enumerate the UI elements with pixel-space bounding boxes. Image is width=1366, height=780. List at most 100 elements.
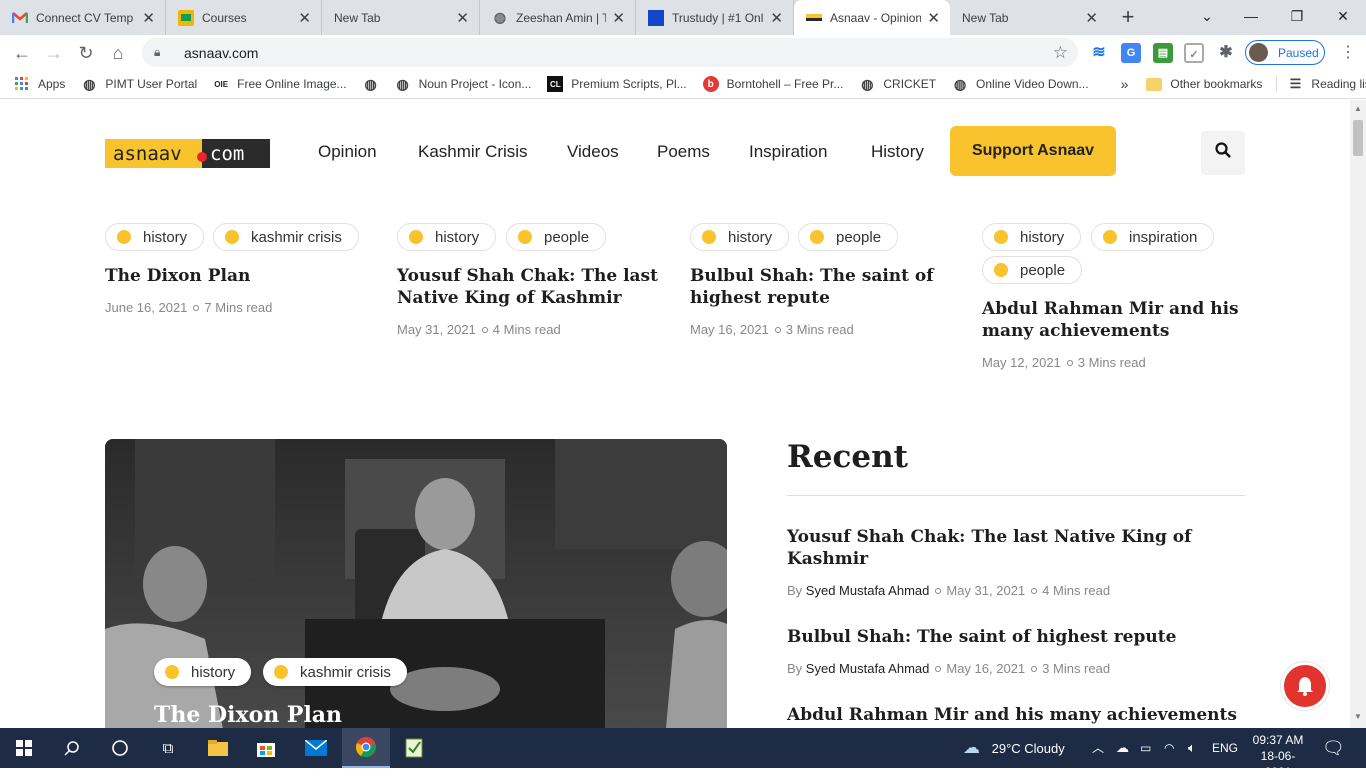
- tag-pill[interactable]: kashmir crisis: [263, 658, 407, 686]
- back-icon[interactable]: ←: [8, 39, 36, 67]
- new-tab-button[interactable]: +: [1108, 0, 1148, 35]
- tab-title: Connect CV Temp: [36, 10, 134, 25]
- mail-icon[interactable]: [292, 728, 340, 768]
- language-indicator[interactable]: ENG: [1212, 728, 1238, 768]
- browser-tab[interactable]: New Tab ✕: [322, 0, 480, 35]
- tag-pill[interactable]: inspiration: [1091, 223, 1215, 251]
- bell-icon: [1297, 677, 1313, 696]
- tag-pill[interactable]: history: [982, 223, 1082, 251]
- close-icon[interactable]: ✕: [1085, 9, 1098, 27]
- bookmark-item[interactable]: ◍ Noun Project - Icon...: [395, 76, 531, 92]
- notepad-app-icon[interactable]: [390, 728, 438, 768]
- close-icon[interactable]: ✕: [927, 9, 940, 27]
- scroll-up-icon[interactable]: ▲: [1354, 104, 1362, 113]
- tab-search-icon[interactable]: ⌄: [1184, 0, 1230, 32]
- hero-title[interactable]: The Dixon Plan: [154, 702, 342, 728]
- bookmark-item[interactable]: b Borntohell – Free Pr...: [702, 76, 843, 92]
- volume-icon[interactable]: 🔈︎: [1188, 728, 1196, 768]
- printer-extension-icon[interactable]: ▤: [1153, 43, 1173, 63]
- recent-item-title[interactable]: Bulbul Shah: The saint of highest repute: [787, 626, 1227, 648]
- tag-pill[interactable]: people: [982, 256, 1083, 284]
- bookmark-apps[interactable]: Apps: [14, 76, 65, 92]
- windows-start-icon[interactable]: [0, 728, 48, 768]
- close-icon[interactable]: ✕: [142, 9, 155, 27]
- tag-pill[interactable]: kashmir crisis: [213, 223, 359, 251]
- window-close-icon[interactable]: ✕: [1320, 0, 1366, 32]
- nav-videos[interactable]: Videos: [567, 142, 619, 162]
- cortana-icon[interactable]: [96, 728, 144, 768]
- article-title[interactable]: Bulbul Shah: The saint of highest repute: [690, 265, 952, 309]
- nav-opinion[interactable]: Opinion: [318, 142, 377, 162]
- shield-extension-icon[interactable]: ✓: [1184, 43, 1204, 63]
- notifications-icon[interactable]: 🗨︎: [1322, 728, 1345, 768]
- article-title[interactable]: Abdul Rahman Mir and his many achievemen…: [982, 298, 1244, 342]
- tag-pill[interactable]: history: [105, 223, 205, 251]
- battery-icon[interactable]: ▭: [1140, 728, 1151, 768]
- article-title[interactable]: Yousuf Shah Chak: The last Native King o…: [397, 265, 659, 309]
- bookmark-item[interactable]: ◍ Online Video Down...: [952, 76, 1089, 92]
- store-icon[interactable]: [242, 728, 290, 768]
- bookmark-label: PIMT User Portal: [105, 77, 198, 91]
- recent-item-title[interactable]: Abdul Rahman Mir and his many achievemen…: [787, 704, 1247, 726]
- bookmark-item[interactable]: ◍: [363, 76, 387, 92]
- minimize-icon[interactable]: —: [1228, 0, 1274, 32]
- support-button[interactable]: Support Asnaav: [950, 126, 1116, 176]
- wifi-icon[interactable]: ◠: [1164, 728, 1174, 768]
- tag-pill[interactable]: history: [690, 223, 790, 251]
- author-link[interactable]: Syed Mustafa Ahmad: [806, 583, 930, 598]
- other-bookmarks[interactable]: Other bookmarks: [1146, 77, 1262, 91]
- tag-pill[interactable]: people: [506, 223, 607, 251]
- nav-kashmir-crisis[interactable]: Kashmir Crisis: [418, 142, 528, 162]
- close-icon[interactable]: ✕: [612, 9, 625, 27]
- task-view-icon[interactable]: ⧉: [144, 728, 192, 768]
- extension-stack-icon[interactable]: ≋: [1089, 43, 1109, 63]
- browser-tab[interactable]: ◍ Zeeshan Amin | T ✕: [480, 0, 636, 35]
- browser-tab[interactable]: Connect CV Temp ✕: [0, 0, 166, 35]
- home-icon[interactable]: ⌂: [104, 39, 132, 67]
- scroll-thumb[interactable]: [1353, 120, 1363, 156]
- nav-history[interactable]: History: [871, 142, 924, 162]
- search-button[interactable]: [1201, 131, 1245, 175]
- recent-item-title[interactable]: Yousuf Shah Chak: The last Native King o…: [787, 526, 1227, 570]
- browser-tab[interactable]: Courses ✕: [166, 0, 322, 35]
- nav-poems[interactable]: Poems: [657, 142, 710, 162]
- page-scrollbar[interactable]: ▲ ▼: [1350, 100, 1366, 728]
- close-icon[interactable]: ✕: [456, 9, 469, 27]
- site-logo[interactable]: asnaav com: [105, 139, 270, 168]
- weather-widget[interactable]: ☁ 29°C Cloudy: [963, 728, 1065, 768]
- author-link[interactable]: Syed Mustafa Ahmad: [806, 661, 930, 676]
- address-bar[interactable]: 🔒︎ asnaav.com ☆: [142, 38, 1078, 67]
- clock[interactable]: 09:37 AM 18-06-2021: [1248, 728, 1308, 779]
- bookmarks-overflow-button[interactable]: »: [1121, 76, 1129, 92]
- tag-pill[interactable]: people: [798, 223, 899, 251]
- file-explorer-icon[interactable]: [194, 728, 242, 768]
- scroll-down-icon[interactable]: ▼: [1354, 712, 1362, 721]
- reading-list[interactable]: ☰ Reading list: [1276, 76, 1366, 92]
- close-icon[interactable]: ✕: [298, 9, 311, 27]
- chrome-icon[interactable]: [342, 728, 390, 768]
- onedrive-icon[interactable]: ☁: [1116, 728, 1129, 768]
- bookmark-item[interactable]: ◍ CRICKET: [859, 76, 936, 92]
- bookmark-item[interactable]: CL Premium Scripts, Pl...: [547, 76, 687, 92]
- tag-pill[interactable]: history: [154, 658, 252, 686]
- bookmark-item[interactable]: OIE Free Online Image...: [213, 76, 346, 92]
- profile-button[interactable]: Paused: [1245, 40, 1325, 65]
- reload-icon[interactable]: ↻: [72, 39, 100, 67]
- browser-menu-icon[interactable]: ⋮: [1334, 39, 1362, 67]
- search-icon[interactable]: [48, 728, 96, 768]
- bookmark-item[interactable]: ◍ PIMT User Portal: [81, 76, 197, 92]
- extensions-puzzle-icon[interactable]: ✱: [1216, 43, 1236, 63]
- translate-extension-icon[interactable]: G: [1121, 43, 1141, 63]
- browser-tab[interactable]: Trustudy | #1 Onli ✕: [636, 0, 794, 35]
- forward-icon[interactable]: →: [40, 39, 68, 67]
- browser-tab-active[interactable]: Asnaav - Opinion ✕: [794, 0, 950, 35]
- close-icon[interactable]: ✕: [770, 9, 783, 27]
- nav-inspiration[interactable]: Inspiration: [749, 142, 827, 162]
- restore-icon[interactable]: ❐: [1274, 0, 1320, 32]
- show-hidden-icons[interactable]: ︿: [1092, 728, 1104, 768]
- bookmark-star-icon[interactable]: ☆: [1053, 43, 1068, 63]
- browser-tab[interactable]: New Tab ✕: [950, 0, 1108, 35]
- article-title[interactable]: The Dixon Plan: [105, 265, 365, 287]
- notification-bell-button[interactable]: [1281, 662, 1329, 710]
- tag-pill[interactable]: history: [397, 223, 497, 251]
